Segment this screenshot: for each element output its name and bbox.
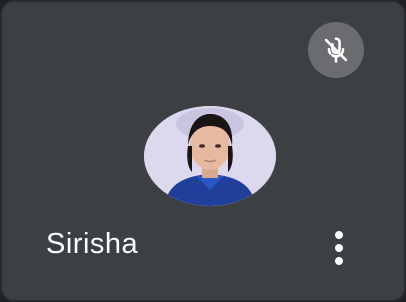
mic-off-icon [319, 33, 353, 67]
more-vert-icon-dot [335, 257, 343, 265]
more-vert-icon [335, 231, 343, 239]
avatar-photo [144, 106, 276, 206]
more-options-button[interactable] [324, 226, 354, 270]
participant-tile: Sirisha [0, 0, 406, 302]
more-vert-icon-dot [335, 244, 343, 252]
participant-name: Sirisha [46, 228, 139, 260]
mic-status-badge [308, 22, 364, 78]
avatar [144, 106, 276, 206]
